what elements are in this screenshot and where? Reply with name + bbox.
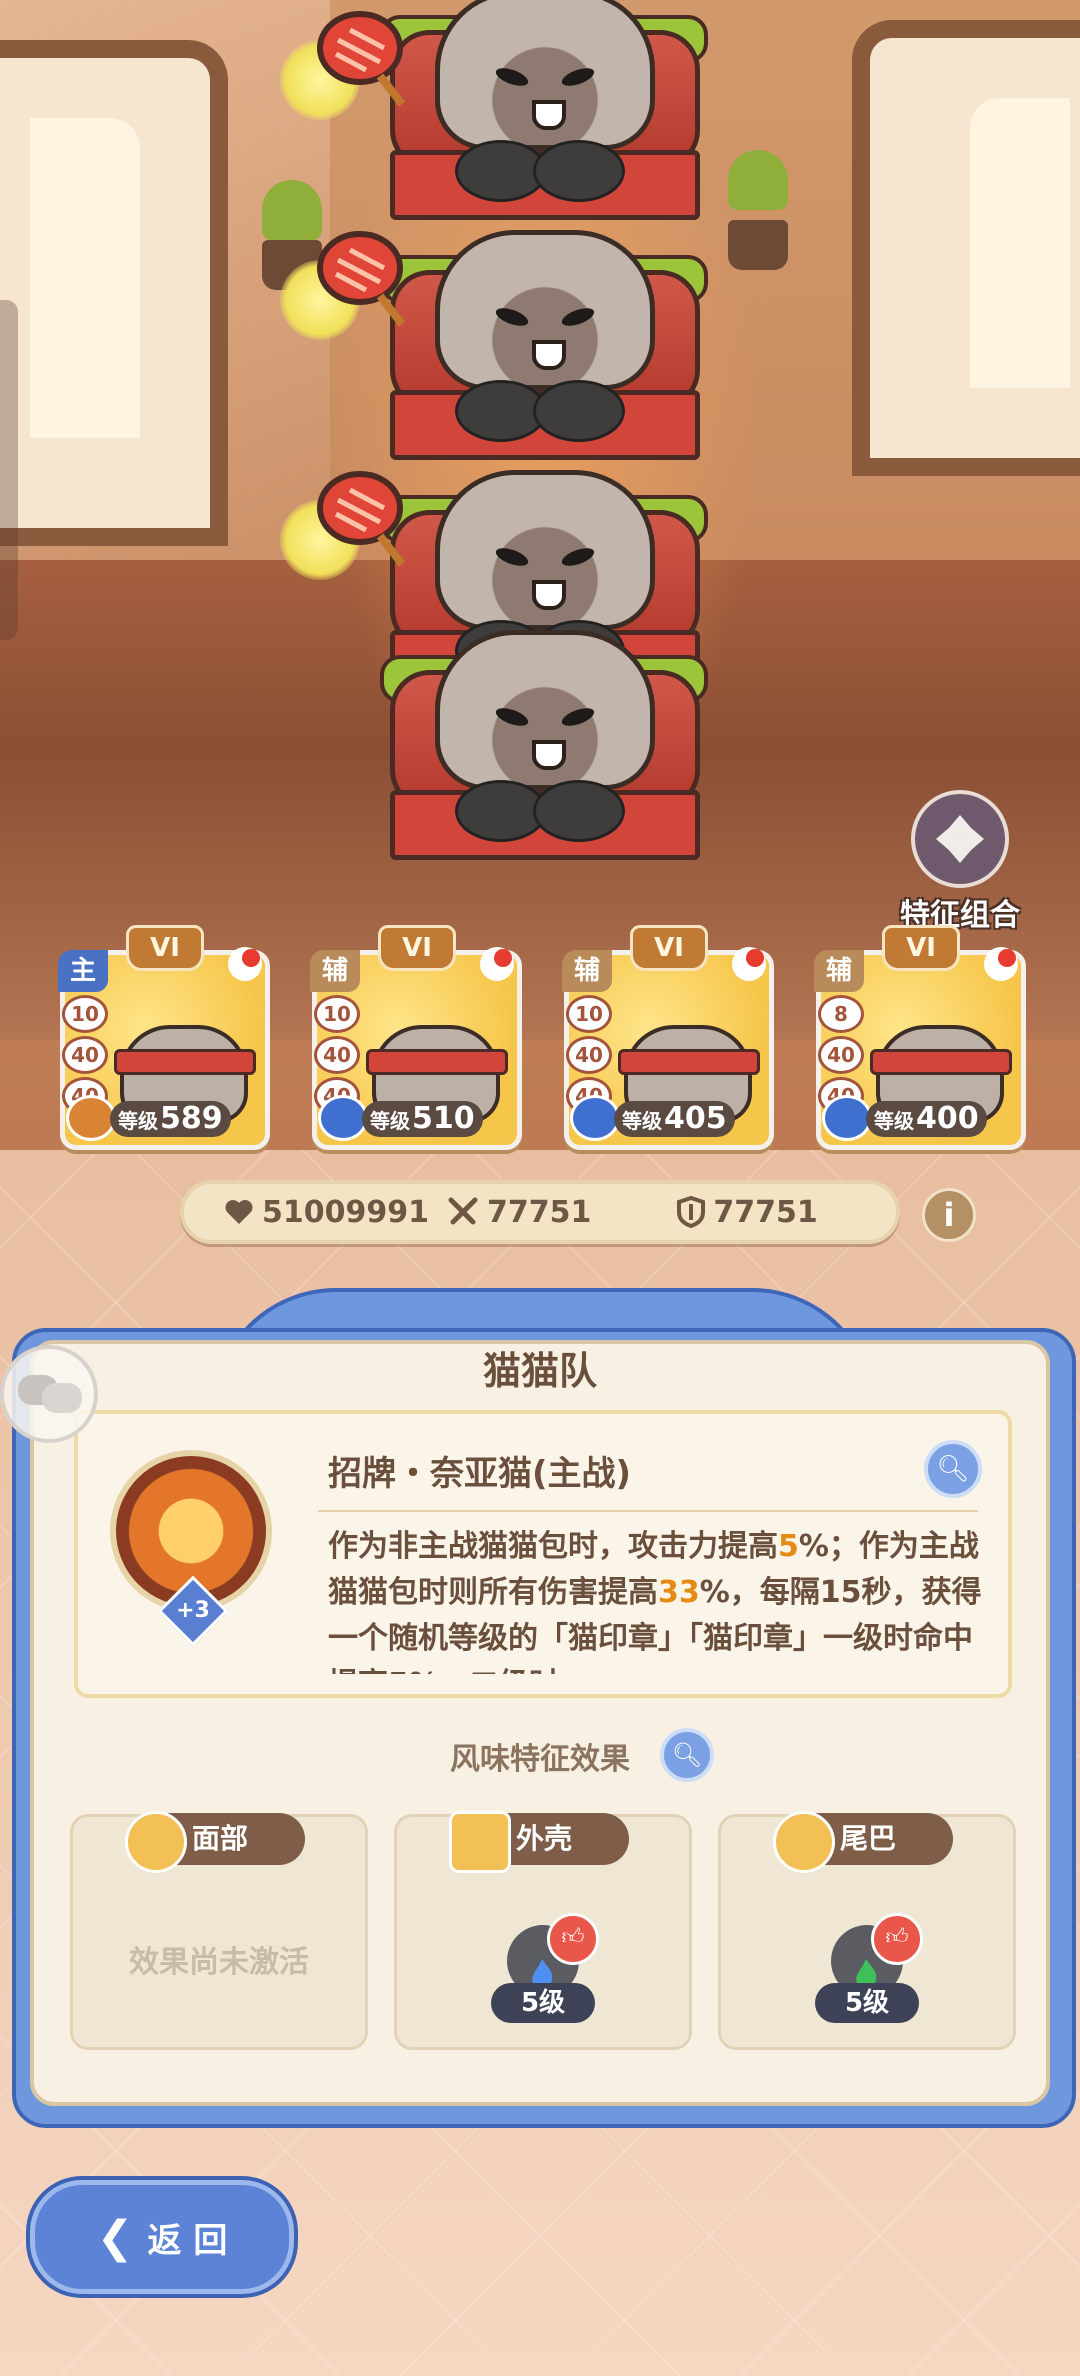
divider <box>318 1510 978 1512</box>
role-tag-main: 主 <box>58 950 108 992</box>
chat-button[interactable] <box>0 1345 98 1443</box>
attack-value: 77751 <box>487 1194 592 1230</box>
stat-value: 10 <box>314 995 360 1033</box>
rank-badge: VI <box>630 925 708 971</box>
face-icon <box>125 1811 187 1873</box>
stat-value: 40 <box>566 1036 612 1074</box>
attack-stat: 77751 <box>447 1195 591 1230</box>
role-tag-support: 辅 <box>310 950 360 992</box>
stat-value: 10 <box>566 995 612 1033</box>
level-label: 等级 405 <box>614 1101 735 1137</box>
tower-tier <box>280 0 710 220</box>
hp-stat: 51009991 <box>224 1195 429 1230</box>
trait-combo-button[interactable]: 特征组合 <box>890 790 1030 934</box>
flavor-tail[interactable]: 尾巴 👍︎ 5级 <box>718 1811 1016 2050</box>
hp-value: 51009991 <box>262 1194 429 1230</box>
team-panel: 猫猫队 +3 招牌・奈亚猫(主战) 🔍︎ 作为非主战猫猫包时，攻击力提高5%；作… <box>12 1288 1076 2128</box>
skill-name: 招牌・奈亚猫(主战) <box>328 1454 632 1494</box>
paw-icon <box>318 1095 368 1141</box>
paw-icon <box>570 1095 620 1141</box>
flavor-level: 5级 <box>815 1983 919 2023</box>
paw-icon <box>66 1095 116 1141</box>
tail-icon <box>773 1811 835 1873</box>
flavor-status: 效果尚未激活 <box>129 1945 309 1980</box>
stat-value: 10 <box>62 995 108 1033</box>
flavor-section-title: 风味特征效果 <box>450 1742 630 1777</box>
skill-card: +3 招牌・奈亚猫(主战) 🔍︎ 作为非主战猫猫包时，攻击力提高5%；作为主战猫… <box>74 1410 1012 1698</box>
paw-icon <box>822 1095 872 1141</box>
trait-combo-icon <box>911 790 1009 888</box>
notification-dot <box>480 947 514 981</box>
level-label: 等级 589 <box>110 1101 231 1137</box>
back-label: 返 回 <box>147 2220 228 2261</box>
shield-icon <box>677 1196 706 1228</box>
stat-value: 40 <box>62 1036 108 1074</box>
cat-card[interactable]: VI 主 10 40 40 等级589 <box>58 925 270 1150</box>
crossed-swords-icon <box>448 1197 478 1225</box>
flavor-face[interactable]: 面部 效果尚未激活 <box>70 1811 368 2050</box>
role-tag-support: 辅 <box>814 950 864 992</box>
level-label: 等级 400 <box>866 1101 987 1137</box>
flavor-shell[interactable]: 外壳 👍︎ 5级 <box>394 1811 692 2050</box>
notification-dot <box>732 947 766 981</box>
defense-stat: 77751 <box>677 1194 818 1230</box>
skill-zoom-button[interactable]: 🔍︎ <box>924 1440 982 1498</box>
flavor-level: 5级 <box>491 1983 595 2023</box>
stat-value: 40 <box>314 1036 360 1074</box>
tower-tier <box>280 200 710 460</box>
skill-description[interactable]: 作为非主战猫猫包时，攻击力提高5%；作为主战猫猫包时则所有伤害提高33%，每隔1… <box>328 1524 988 1674</box>
flavor-zoom-button[interactable]: 🔍︎ <box>660 1728 714 1782</box>
stat-value: 8 <box>818 995 864 1033</box>
notification-dot <box>984 947 1018 981</box>
rank-badge: VI <box>882 925 960 971</box>
cat-card[interactable]: VI 辅 8 40 40 等级400 <box>814 925 1026 1150</box>
info-icon[interactable]: i <box>922 1188 976 1242</box>
cat-card[interactable]: VI 辅 10 40 40 等级510 <box>310 925 522 1150</box>
team-stats-bar: 51009991 77751 77751 <box>180 1180 900 1244</box>
heart-icon <box>225 1200 253 1224</box>
level-label: 等级 510 <box>362 1101 483 1137</box>
meat-skewer-icon <box>317 471 406 567</box>
rank-badge: VI <box>378 925 456 971</box>
panel-title: 猫猫队 <box>482 1349 597 1393</box>
back-button[interactable]: ❮ 返 回 <box>30 2180 294 2294</box>
side-drawer-handle[interactable] <box>0 300 18 640</box>
right-window <box>852 20 1080 476</box>
tower-tier <box>370 600 710 860</box>
team-card-row: VI 主 10 40 40 等级589 VI 辅 10 40 40 等级510 … <box>58 925 1030 1150</box>
notification-dot <box>228 947 262 981</box>
role-tag-support: 辅 <box>562 950 612 992</box>
meat-skewer-icon <box>317 231 406 327</box>
left-window <box>0 40 228 546</box>
cat-burger-tower[interactable] <box>280 0 710 860</box>
stat-value: 40 <box>818 1036 864 1074</box>
defense-value: 77751 <box>713 1194 818 1230</box>
shell-icon <box>449 1811 511 1873</box>
rank-badge: VI <box>126 925 204 971</box>
meat-skewer-icon <box>317 11 406 107</box>
chevron-left-icon: ❮ <box>96 2211 134 2263</box>
cat-card[interactable]: VI 辅 10 40 40 等级405 <box>562 925 774 1150</box>
